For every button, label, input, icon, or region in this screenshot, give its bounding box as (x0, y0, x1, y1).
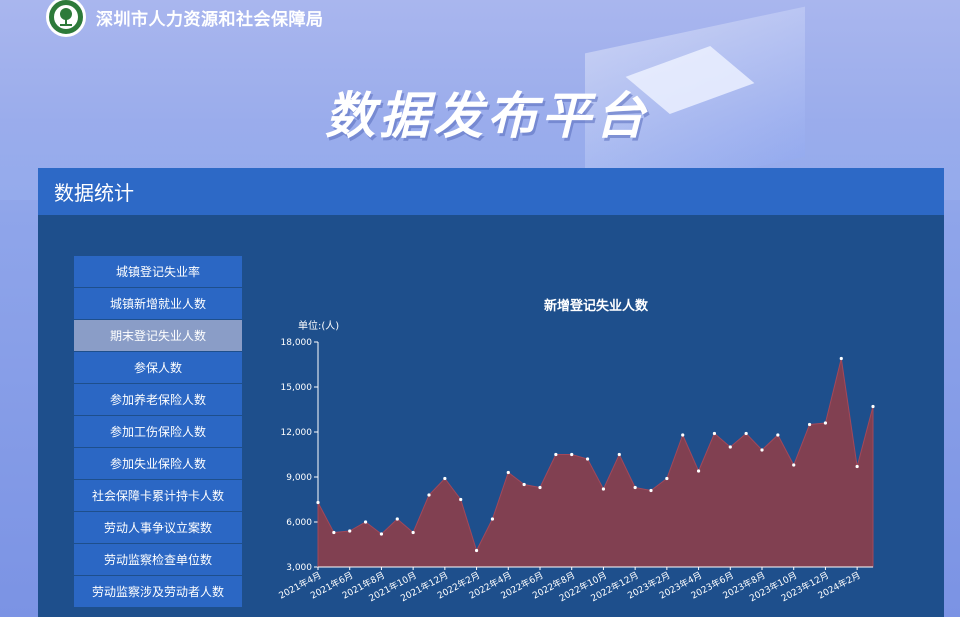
y-tick-label: 3,000 (286, 563, 312, 573)
data-series (316, 356, 875, 568)
data-point[interactable] (649, 488, 653, 493)
data-point[interactable] (601, 487, 606, 491)
data-point[interactable] (506, 470, 510, 475)
data-point[interactable] (839, 356, 843, 361)
menu-item-registered-unemployed[interactable]: 期末登记失业人数 (74, 320, 242, 351)
data-point[interactable] (665, 476, 669, 481)
data-point[interactable] (617, 452, 621, 457)
chart-unit-label: 单位:(人) (298, 319, 339, 332)
x-axis: 2021年4月2021年6月2021年8月2021年10月2021年12月202… (277, 566, 873, 604)
menu-item-pension-insurance[interactable]: 参加养老保险人数 (74, 384, 242, 415)
y-tick-label: 12,000 (281, 428, 313, 438)
chart-container: 新增登记失业人数 单位:(人) 3,000 6,000 9,000 12,000 15,… (268, 290, 944, 617)
org-name[interactable]: 深圳市人力资源和社会保障局 (96, 5, 324, 30)
data-point[interactable] (712, 431, 717, 436)
data-point[interactable] (855, 464, 859, 469)
data-point[interactable] (807, 422, 812, 427)
menu-item-labor-disputes[interactable]: 劳动人事争议立案数 (74, 512, 242, 543)
stats-menu: 城镇登记失业率 城镇新增就业人数 期末登记失业人数 参保人数 参加养老保险人数 … (74, 256, 242, 608)
data-point[interactable] (363, 520, 368, 524)
data-point[interactable] (681, 433, 685, 437)
menu-item-unemployment-insurance[interactable]: 参加失业保险人数 (74, 448, 242, 479)
data-point[interactable] (792, 463, 796, 467)
menu-item-injury-insurance[interactable]: 参加工伤保险人数 (74, 416, 242, 447)
data-point[interactable] (823, 421, 828, 425)
menu-item-social-security-cards[interactable]: 社会保障卡累计持卡人数 (74, 480, 242, 511)
data-point[interactable] (474, 548, 479, 553)
menu-item-inspection-workers[interactable]: 劳动监察涉及劳动者人数 (74, 576, 242, 607)
y-tick-label: 18,000 (281, 338, 313, 348)
data-point[interactable] (316, 500, 320, 505)
panel-header: 数据统计 (38, 168, 944, 215)
data-stats-panel: 数据统计 城镇登记失业率 城镇新增就业人数 期末登记失业人数 参保人数 参加养老… (38, 168, 944, 617)
data-point[interactable] (633, 485, 637, 490)
data-point[interactable] (728, 445, 732, 449)
data-point[interactable] (776, 433, 780, 437)
data-point[interactable] (443, 476, 447, 481)
data-point[interactable] (538, 485, 542, 490)
platform-title: 数据发布平台 (325, 87, 649, 145)
y-tick-label: 6,000 (286, 518, 312, 528)
bureau-logo[interactable] (46, 0, 86, 37)
data-point[interactable] (871, 404, 875, 409)
menu-item-insured-persons[interactable]: 参保人数 (74, 352, 242, 383)
data-point[interactable] (427, 493, 431, 497)
data-point[interactable] (395, 517, 399, 521)
data-point[interactable] (554, 452, 558, 457)
data-point[interactable] (570, 452, 574, 457)
data-point[interactable] (760, 448, 764, 452)
y-tick-label: 9,000 (286, 473, 312, 483)
tree-icon (54, 5, 78, 29)
data-point[interactable] (744, 431, 748, 436)
data-point[interactable] (379, 532, 384, 536)
menu-item-inspection-units[interactable]: 劳动监察检查单位数 (74, 544, 242, 575)
menu-item-urban-unemployment-rate[interactable]: 城镇登记失业率 (74, 256, 242, 287)
data-point[interactable] (696, 469, 701, 473)
site-header: 深圳市人力资源和社会保障局 (46, 0, 324, 37)
data-point[interactable] (490, 517, 495, 521)
series-area (317, 358, 874, 568)
data-point[interactable] (585, 457, 590, 461)
panel-title: 数据统计 (54, 181, 134, 205)
y-axis: 3,000 6,000 9,000 12,000 15,000 18,000 (281, 338, 319, 573)
data-point[interactable] (522, 482, 526, 487)
data-point[interactable] (459, 497, 463, 502)
area-chart: 新增登记失业人数 单位:(人) 3,000 6,000 9,000 12,000 15,… (277, 298, 875, 604)
data-point[interactable] (348, 529, 352, 533)
data-point[interactable] (332, 530, 336, 535)
data-point[interactable] (411, 530, 415, 535)
menu-item-new-urban-employment[interactable]: 城镇新增就业人数 (74, 288, 242, 319)
y-tick-label: 15,000 (281, 383, 313, 393)
chart-title: 新增登记失业人数 (544, 298, 649, 314)
